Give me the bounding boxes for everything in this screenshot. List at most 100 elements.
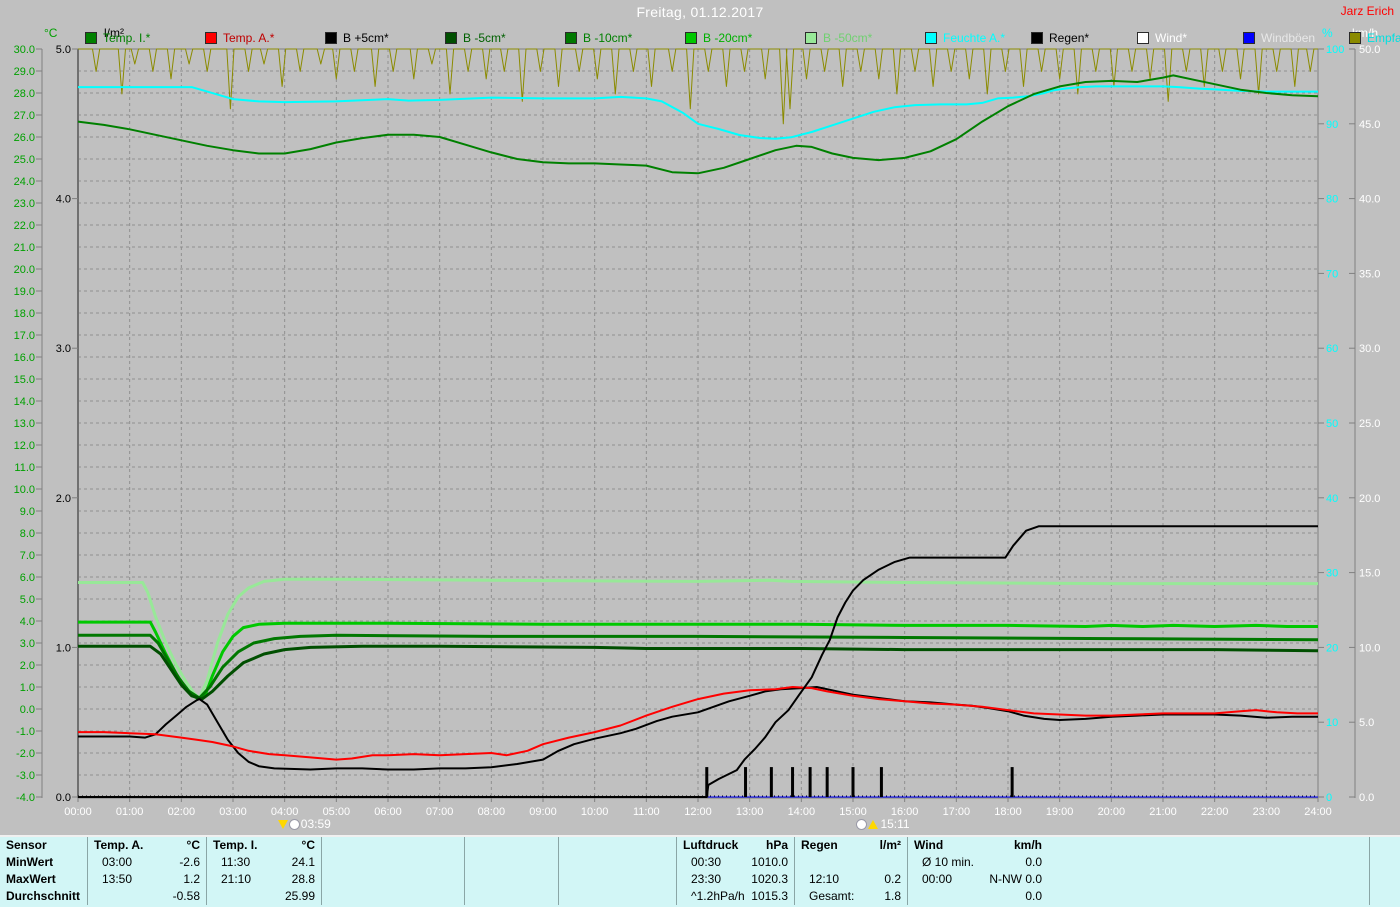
- svg-text:-4.0: -4.0: [16, 792, 35, 804]
- svg-text:28.0: 28.0: [14, 88, 35, 100]
- svg-text:5.0: 5.0: [1359, 717, 1374, 729]
- chart-region: Freitag, 01.12.2017 Jarz Erich °C l/m² %…: [0, 0, 1400, 833]
- svg-text:20.0: 20.0: [1359, 493, 1380, 505]
- svg-text:13:00: 13:00: [736, 806, 764, 818]
- svg-text:0: 0: [1326, 792, 1332, 804]
- svg-text:08:00: 08:00: [478, 806, 506, 818]
- svg-text:13.0: 13.0: [14, 418, 35, 430]
- moonset-marker: 03:59: [277, 817, 331, 831]
- svg-text:29.0: 29.0: [14, 66, 35, 78]
- svg-text:19.0: 19.0: [14, 286, 35, 298]
- table-cell: 25.99: [207, 888, 322, 905]
- table-header-empty: [1370, 837, 1400, 854]
- svg-text:09:00: 09:00: [529, 806, 557, 818]
- table-cell: [795, 854, 908, 871]
- svg-text:30.0: 30.0: [1359, 343, 1380, 355]
- svg-text:21:00: 21:00: [1149, 806, 1177, 818]
- svg-text:20: 20: [1326, 642, 1338, 654]
- marker-time: 03:59: [300, 817, 331, 831]
- svg-text:9.0: 9.0: [20, 506, 35, 518]
- svg-text:4.0: 4.0: [20, 616, 35, 628]
- svg-text:25.0: 25.0: [14, 154, 35, 166]
- table-cell: 21:10 28.8: [207, 871, 322, 888]
- svg-text:14:00: 14:00: [788, 806, 816, 818]
- table-cell: 12:10 0.2: [795, 871, 908, 888]
- table-cell: 13:50 1.2: [88, 871, 207, 888]
- table-cell: [322, 871, 465, 888]
- svg-text:2.0: 2.0: [56, 493, 71, 505]
- svg-text:50: 50: [1326, 418, 1338, 430]
- svg-text:1.0: 1.0: [20, 682, 35, 694]
- table-header-empty: [465, 837, 559, 854]
- table-cell: ^1.2hPa/h 1015.3: [677, 888, 795, 905]
- svg-text:-3.0: -3.0: [16, 770, 35, 782]
- svg-text:06:00: 06:00: [374, 806, 402, 818]
- table-row-label: MaxWert: [0, 871, 88, 888]
- table-cell: 00:00 N-NW 0.0: [908, 871, 1370, 888]
- svg-text:10:00: 10:00: [581, 806, 609, 818]
- svg-text:8.0: 8.0: [20, 528, 35, 540]
- table-header-empty: [559, 837, 677, 854]
- svg-text:100: 100: [1326, 44, 1344, 56]
- svg-text:20:00: 20:00: [1098, 806, 1126, 818]
- svg-text:0.0: 0.0: [56, 792, 71, 804]
- svg-text:22:00: 22:00: [1201, 806, 1229, 818]
- table-cell: [465, 871, 559, 888]
- statistics-table: Sensor Temp. A. °C Temp. I. °C Luftdruck hPa Re…: [0, 835, 1400, 907]
- svg-text:45.0: 45.0: [1359, 119, 1380, 131]
- svg-text:22.0: 22.0: [14, 220, 35, 232]
- svg-text:30: 30: [1326, 568, 1338, 580]
- svg-text:23.0: 23.0: [14, 198, 35, 210]
- table-cell: [465, 888, 559, 905]
- svg-text:15.0: 15.0: [1359, 568, 1380, 580]
- svg-text:17.0: 17.0: [14, 330, 35, 342]
- table-header-temp-a-: Temp. A. °C: [88, 837, 207, 854]
- svg-text:3.0: 3.0: [56, 343, 71, 355]
- table-cell: [559, 888, 677, 905]
- table-row-label: Durchschnitt: [0, 888, 88, 905]
- svg-text:12:00: 12:00: [684, 806, 712, 818]
- svg-text:17:00: 17:00: [943, 806, 971, 818]
- svg-text:27.0: 27.0: [14, 110, 35, 122]
- table-cell: 11:30 24.1: [207, 854, 322, 871]
- table-cell: [1370, 854, 1400, 871]
- svg-text:30.0: 30.0: [14, 44, 35, 56]
- table-cell: 0.0: [908, 888, 1370, 905]
- svg-text:60: 60: [1326, 343, 1338, 355]
- marker-time: 15:11: [880, 817, 910, 831]
- moon-icon: [288, 818, 300, 830]
- svg-text:-2.0: -2.0: [16, 748, 35, 760]
- table-cell: [1370, 888, 1400, 905]
- table-cell: 00:30 1010.0: [677, 854, 795, 871]
- svg-text:14.0: 14.0: [14, 396, 35, 408]
- table-cell: [322, 854, 465, 871]
- svg-text:23:00: 23:00: [1253, 806, 1281, 818]
- svg-text:16.0: 16.0: [14, 352, 35, 364]
- table-cell: [559, 854, 677, 871]
- svg-text:40: 40: [1326, 493, 1338, 505]
- moonrise-arrow-icon: [868, 819, 879, 829]
- svg-text:35.0: 35.0: [1359, 268, 1380, 280]
- svg-text:02:00: 02:00: [168, 806, 196, 818]
- table-cell: -0.58: [88, 888, 207, 905]
- table-header-regen: Regen l/m²: [795, 837, 908, 854]
- moonset-arrow-icon: [277, 819, 288, 829]
- svg-text:7.0: 7.0: [20, 550, 35, 562]
- table-header-temp-i-: Temp. I. °C: [207, 837, 322, 854]
- svg-text:6.0: 6.0: [20, 572, 35, 584]
- svg-text:25.0: 25.0: [1359, 418, 1380, 430]
- svg-text:11:00: 11:00: [633, 806, 660, 818]
- moonrise-marker: 15:11: [856, 817, 910, 831]
- svg-text:11.0: 11.0: [14, 462, 35, 474]
- svg-text:00:00: 00:00: [64, 806, 92, 818]
- svg-text:40.0: 40.0: [1359, 194, 1380, 206]
- svg-text:03:00: 03:00: [219, 806, 247, 818]
- table-cell: [465, 854, 559, 871]
- svg-text:10.0: 10.0: [14, 484, 35, 496]
- svg-text:20.0: 20.0: [14, 264, 35, 276]
- svg-text:21.0: 21.0: [14, 242, 35, 254]
- svg-text:18.0: 18.0: [14, 308, 35, 320]
- svg-text:19:00: 19:00: [1046, 806, 1074, 818]
- svg-text:50.0: 50.0: [1359, 44, 1380, 56]
- table-cell: Ø 10 min. 0.0: [908, 854, 1370, 871]
